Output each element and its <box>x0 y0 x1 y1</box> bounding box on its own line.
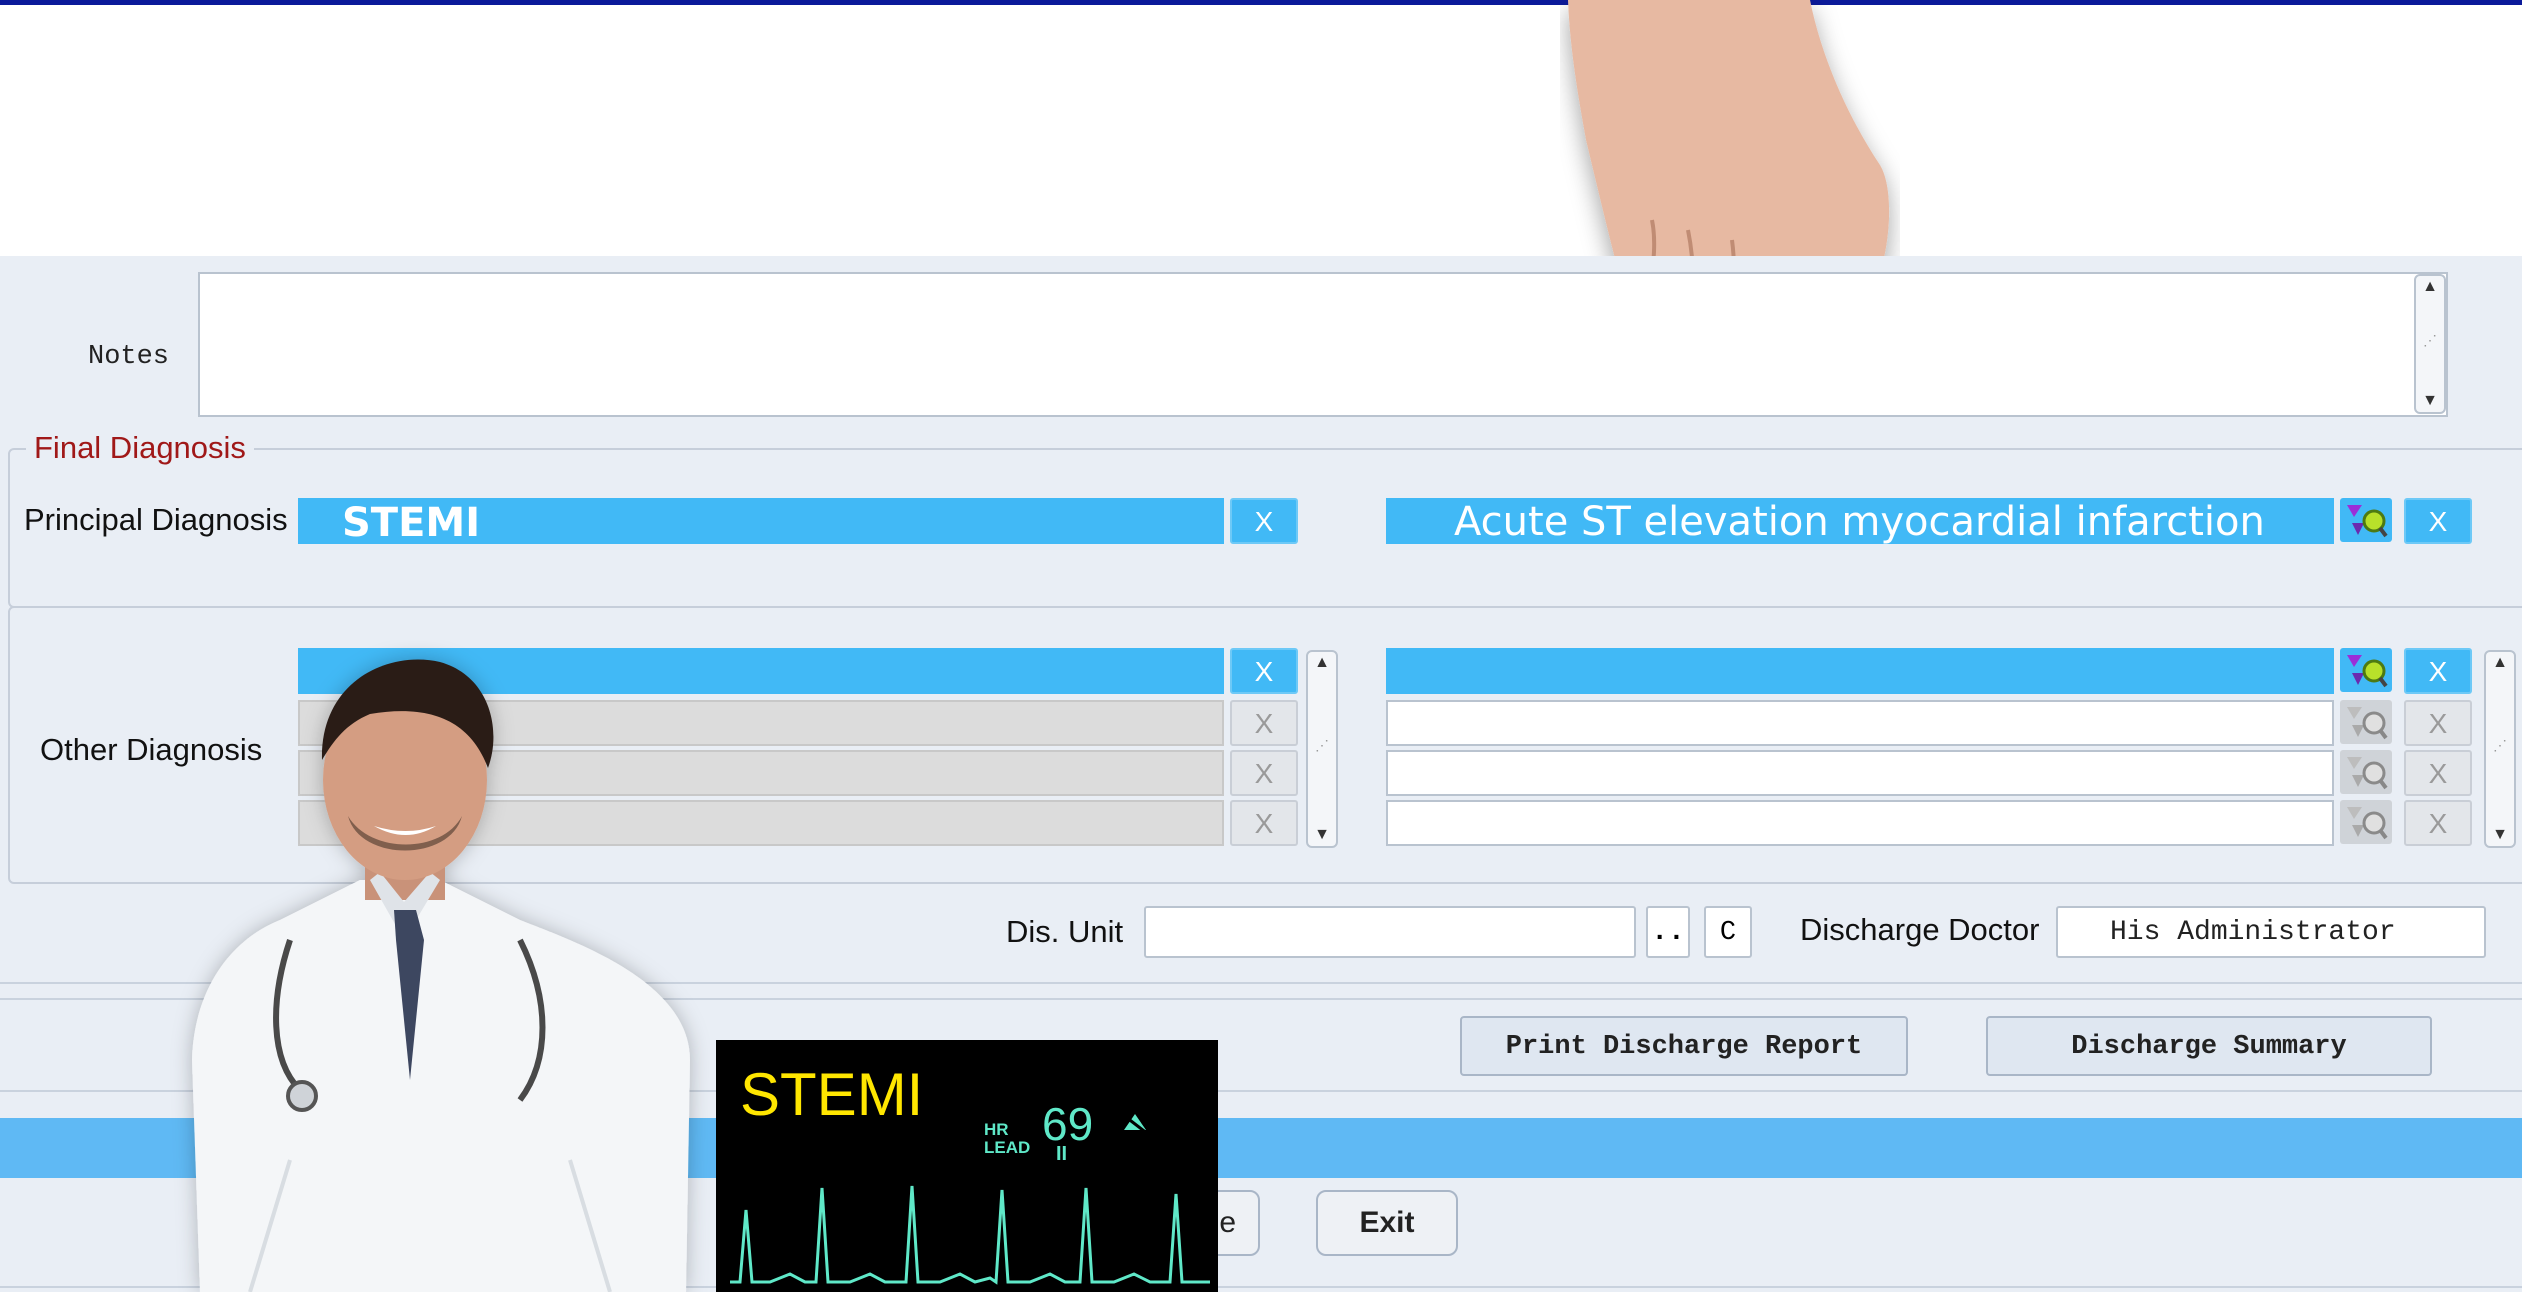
search-lookup-icon <box>2347 807 2388 840</box>
diagnosis-search-button[interactable] <box>2340 498 2392 542</box>
other-description-clear-button[interactable]: X <box>2404 648 2472 694</box>
other-description-clear-button[interactable]: X <box>2404 700 2472 746</box>
lead-value: II <box>1056 1143 1068 1165</box>
other-code-clear-button[interactable]: X <box>1230 700 1298 746</box>
scroll-up-icon[interactable]: ▲ <box>2416 278 2444 296</box>
discharge-unit-field[interactable] <box>1144 906 1636 958</box>
discharge-doctor-label: Discharge Doctor <box>1800 912 2040 947</box>
scroll-grip-icon[interactable]: ⋰ <box>1308 737 1336 754</box>
scroll-up-icon[interactable]: ▲ <box>2486 654 2514 672</box>
final-diagnosis-legend: Final Diagnosis <box>26 430 254 466</box>
discharge-summary-button[interactable]: Discharge Summary <box>1986 1016 2432 1076</box>
other-diagnosis-search-button[interactable] <box>2340 648 2392 692</box>
search-lookup-icon <box>2347 655 2388 688</box>
exit-button[interactable]: Exit <box>1316 1190 1458 1256</box>
notes-textarea[interactable] <box>198 272 2448 417</box>
other-code-clear-button[interactable]: X <box>1230 648 1298 694</box>
other-diagnosis-description-field[interactable] <box>1386 700 2334 746</box>
lead-label: LEAD <box>984 1138 1031 1157</box>
other-diagnosis-search-button[interactable] <box>2340 750 2392 794</box>
hr-value: 69 <box>1042 1098 1094 1150</box>
other-code-scrollbar[interactable]: ▲ ⋰ ▼ <box>1306 650 1338 848</box>
principal-description-clear-button[interactable]: X <box>2404 498 2472 544</box>
notes-label: Notes <box>88 342 170 372</box>
ecg-waveform <box>730 1185 1210 1285</box>
scroll-down-icon[interactable]: ▼ <box>1308 826 1336 844</box>
monitor-title: STEMI <box>740 1061 924 1128</box>
print-discharge-report-button[interactable]: Print Discharge Report <box>1460 1016 1908 1076</box>
doctor-photo <box>192 659 690 1292</box>
unit-clear-button[interactable]: C <box>1704 906 1752 958</box>
alarm-off-icon <box>1121 1112 1149 1136</box>
principal-diagnosis-description-field[interactable]: Acute ST elevation myocardial infarction <box>1386 498 2334 544</box>
other-diagnosis-description-field[interactable] <box>1386 800 2334 846</box>
hr-label: HR <box>984 1120 1009 1139</box>
scroll-down-icon[interactable]: ▼ <box>2416 392 2444 410</box>
scroll-down-icon[interactable]: ▼ <box>2486 826 2514 844</box>
search-lookup-icon <box>2347 505 2388 538</box>
discharge-unit-label: Dis. Unit <box>1006 914 1124 949</box>
scroll-up-icon[interactable]: ▲ <box>1308 654 1336 672</box>
discharge-doctor-field[interactable]: His Administrator <box>2056 906 2486 958</box>
other-diagnosis-description-field[interactable] <box>1386 648 2334 694</box>
principal-diagnosis-code-field[interactable]: STEMI <box>298 498 1224 546</box>
other-description-clear-button[interactable]: X <box>2404 750 2472 796</box>
other-diagnosis-search-button[interactable] <box>2340 700 2392 744</box>
other-diagnosis-description-field[interactable] <box>1386 750 2334 796</box>
other-description-scrollbar[interactable]: ▲ ⋰ ▼ <box>2484 650 2516 848</box>
unit-lookup-button[interactable]: .. <box>1646 906 1690 958</box>
other-code-clear-button[interactable]: X <box>1230 800 1298 846</box>
other-diagnosis-search-button[interactable] <box>2340 800 2392 844</box>
scroll-grip-icon[interactable]: ⋰ <box>2486 737 2514 754</box>
principal-code-clear-button[interactable]: X <box>1230 498 1298 544</box>
scroll-grip-icon[interactable]: ⋰ <box>2416 332 2444 349</box>
search-lookup-icon <box>2347 757 2388 790</box>
other-description-clear-button[interactable]: X <box>2404 800 2472 846</box>
ecg-monitor: STEMI HR LEAD 69 II <box>716 1040 1218 1292</box>
notes-scrollbar[interactable]: ▲ ⋰ ▼ <box>2414 274 2446 414</box>
top-border <box>0 0 2522 5</box>
other-code-clear-button[interactable]: X <box>1230 750 1298 796</box>
principal-diagnosis-label: Principal Diagnosis <box>24 502 288 537</box>
search-lookup-icon <box>2347 707 2388 740</box>
